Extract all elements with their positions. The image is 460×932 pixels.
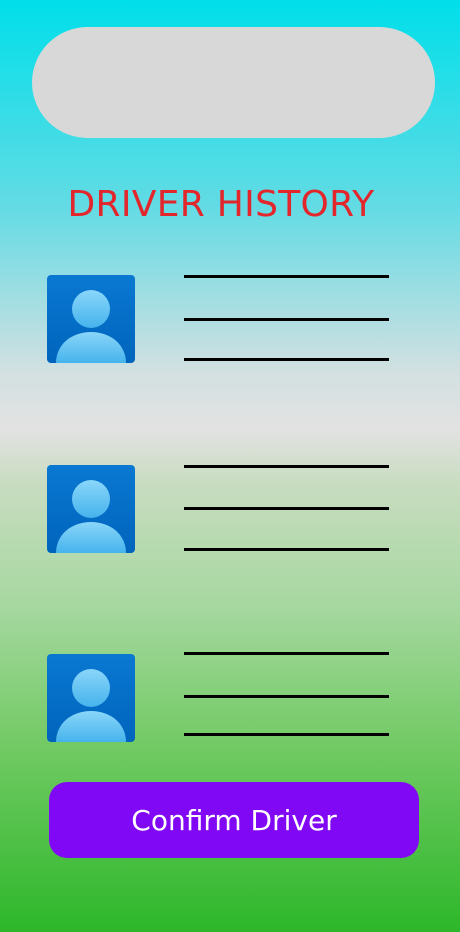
driver-info-line <box>184 507 389 510</box>
driver-entry[interactable] <box>0 465 460 557</box>
driver-entry[interactable] <box>0 652 460 744</box>
person-icon <box>47 465 135 553</box>
driver-entry[interactable] <box>0 275 460 367</box>
page-title: DRIVER HISTORY <box>67 184 375 225</box>
driver-info-line <box>184 275 389 278</box>
person-icon <box>47 275 135 363</box>
driver-info-line <box>184 548 389 551</box>
driver-info-line <box>184 465 389 468</box>
driver-info-line <box>184 695 389 698</box>
driver-info-line <box>184 652 389 655</box>
driver-info-line <box>184 733 389 736</box>
person-icon <box>47 654 135 742</box>
driver-info-line <box>184 358 389 361</box>
driver-info-line <box>184 318 389 321</box>
top-bar[interactable] <box>32 27 435 138</box>
confirm-driver-button[interactable]: Confirm Driver <box>49 782 419 858</box>
